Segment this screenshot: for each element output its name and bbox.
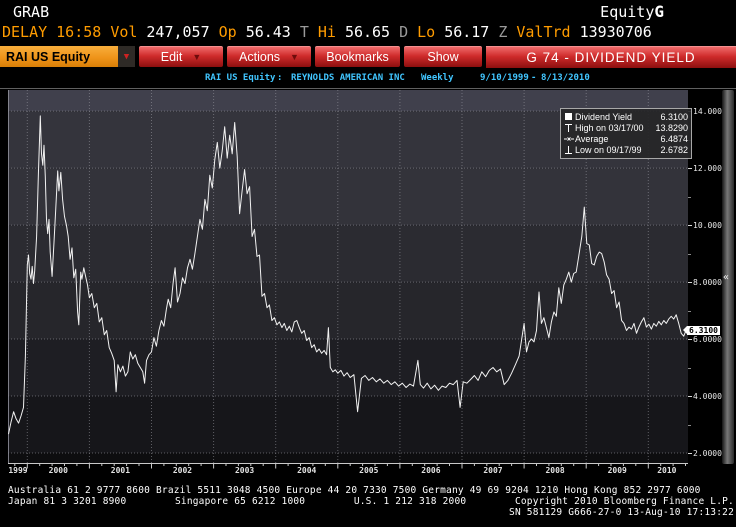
quote-item: D bbox=[399, 23, 409, 41]
quote-item: Z bbox=[498, 23, 508, 41]
footer-us: U.S. 1 212 318 2000 bbox=[353, 496, 467, 507]
quote-item: ValTrd bbox=[516, 23, 571, 41]
date-range-end: 8/13/2010 bbox=[541, 73, 590, 83]
y-axis-label: 6.0000 bbox=[688, 334, 722, 344]
chart-legend: Dividend Yield 6.3100 High on 03/17/00 13.8… bbox=[560, 108, 692, 159]
chevron-down-icon: ▼ bbox=[192, 52, 202, 62]
quote-item: T bbox=[299, 23, 309, 41]
edit-button[interactable]: Edit ▼ bbox=[139, 46, 223, 67]
page-title: G 74 - DIVIDEND YIELD bbox=[486, 45, 736, 68]
last-value-tag: 6.3100 bbox=[683, 325, 720, 335]
y-axis-minor-tick bbox=[688, 254, 691, 255]
quote-item: 56.17 bbox=[444, 23, 490, 41]
footer-terminal-id: SN 581129 G666-27-0 13-Aug-10 17:13:22 bbox=[509, 507, 734, 518]
quote-item: Op bbox=[218, 23, 237, 41]
average-marker-icon bbox=[564, 135, 575, 143]
x-axis-label: 2007 bbox=[483, 466, 503, 475]
ticker-dropdown-arrow-icon[interactable]: ▼ bbox=[118, 46, 135, 67]
x-axis-label: 2008 bbox=[545, 466, 565, 475]
legend-row: Dividend Yield 6.3100 bbox=[564, 111, 688, 122]
y-axis-minor-tick bbox=[688, 311, 691, 312]
x-axis-label: 2001 bbox=[110, 466, 131, 475]
high-marker-icon bbox=[564, 123, 575, 133]
legend-label: High on 03/17/00 bbox=[575, 122, 644, 133]
x-axis: 1999 2000 2001 2002 2003 2004 2005 2006 2007 2008… bbox=[8, 466, 698, 478]
actions-button-label: Actions bbox=[239, 50, 281, 64]
quote-item: 247,057 bbox=[146, 23, 210, 41]
quote-item: Vol bbox=[110, 23, 138, 41]
header-separator bbox=[0, 88, 736, 89]
x-axis-label: 1999 bbox=[8, 466, 28, 475]
quote-item: DELAY bbox=[2, 23, 48, 41]
equity-key: G bbox=[654, 2, 664, 21]
bookmarks-button-label: Bookmarks bbox=[326, 50, 389, 64]
header-row-1: GRAB EquityG bbox=[0, 0, 736, 22]
show-button[interactable]: Show bbox=[404, 46, 482, 67]
security-ticker: RAI US Equity bbox=[205, 73, 276, 83]
y-axis-minor-tick bbox=[688, 197, 691, 198]
function-name: EquityG bbox=[600, 2, 664, 21]
legend-label: Low on 09/17/99 bbox=[575, 144, 642, 155]
legend-label: Average bbox=[575, 133, 609, 144]
colon: : bbox=[277, 73, 283, 83]
quote-line: DELAY 16:58 Vol 247,057 Op 56.43 T Hi 56.65 D Lo 56… bbox=[2, 23, 736, 43]
footer-japan: Japan 81 3 3201 8900 bbox=[8, 496, 127, 507]
ticker-dropdown[interactable]: RAI US Equity bbox=[0, 46, 118, 67]
scrollbar-collapse-icon[interactable]: « bbox=[723, 272, 729, 283]
quote-item: Lo bbox=[417, 23, 436, 41]
chart-scrollbar[interactable]: « bbox=[722, 90, 734, 464]
show-button-label: Show bbox=[427, 50, 459, 64]
quote-item: Hi bbox=[317, 23, 336, 41]
quote-item: 56.43 bbox=[245, 23, 291, 41]
x-axis-label: 2000 bbox=[48, 466, 68, 475]
legend-value: 2.6782 bbox=[660, 144, 688, 155]
footer-contacts-line1: Australia 61 2 9777 8600 Brazil 5511 304… bbox=[8, 485, 701, 496]
actions-button[interactable]: Actions ▼ bbox=[227, 46, 311, 67]
chevron-down-icon: ▼ bbox=[290, 52, 299, 62]
legend-value: 6.4874 bbox=[660, 133, 688, 144]
periodicity: Weekly bbox=[421, 73, 454, 83]
legend-label: Dividend Yield bbox=[575, 111, 633, 122]
date-range-dash: - bbox=[531, 73, 537, 83]
footer-singapore: Singapore 65 6212 1000 bbox=[175, 496, 306, 507]
legend-value: 13.8290 bbox=[655, 122, 688, 133]
x-axis-label: 2004 bbox=[297, 466, 317, 475]
x-axis-label: 2003 bbox=[234, 466, 255, 475]
legend-row: Low on 09/17/99 2.6782 bbox=[564, 144, 688, 155]
quote-item: 56.65 bbox=[344, 23, 391, 41]
x-axis-label: 2006 bbox=[421, 466, 441, 475]
quote-item: 13930706 bbox=[579, 23, 652, 41]
security-name: REYNOLDS AMERICAN INC bbox=[291, 73, 405, 83]
equity-label: Equity bbox=[600, 3, 655, 21]
y-axis-label: 4.0000 bbox=[688, 391, 722, 401]
legend-value: 6.3100 bbox=[660, 111, 688, 122]
y-axis-minor-tick bbox=[688, 368, 691, 369]
y-axis-label: 2.0000 bbox=[688, 448, 722, 458]
y-axis-label: 8.0000 bbox=[688, 277, 722, 287]
quote-item: 16:58 bbox=[56, 23, 102, 41]
security-info-strip: RAI US Equity : REYNOLDS AMERICAN INC We… bbox=[0, 69, 736, 87]
legend-row: Average 6.4874 bbox=[564, 133, 688, 144]
low-marker-icon bbox=[564, 145, 575, 155]
toolbar: RAI US Equity ▼ Edit ▼ Actions ▼ Bookmarks… bbox=[0, 45, 736, 68]
x-axis-label: 2009 bbox=[607, 466, 627, 475]
grab-label: GRAB bbox=[13, 3, 50, 21]
date-range-start: 9/10/1999 bbox=[480, 73, 529, 83]
x-axis-label: 2010 bbox=[657, 466, 677, 475]
square-marker-icon bbox=[564, 112, 575, 121]
edit-button-label: Edit bbox=[160, 50, 183, 64]
y-axis-minor-tick bbox=[688, 425, 691, 426]
legend-row: High on 03/17/00 13.8290 bbox=[564, 122, 688, 133]
bookmarks-button[interactable]: Bookmarks bbox=[315, 46, 400, 67]
x-axis-label: 2005 bbox=[359, 466, 379, 475]
x-axis-label: 2002 bbox=[172, 466, 193, 475]
footer-contacts-line2: Japan 81 3 3201 8900 Singapore 65 6212 1… bbox=[8, 496, 734, 507]
footer-copyright: Copyright 2010 Bloomberg Finance L.P. bbox=[514, 496, 734, 507]
